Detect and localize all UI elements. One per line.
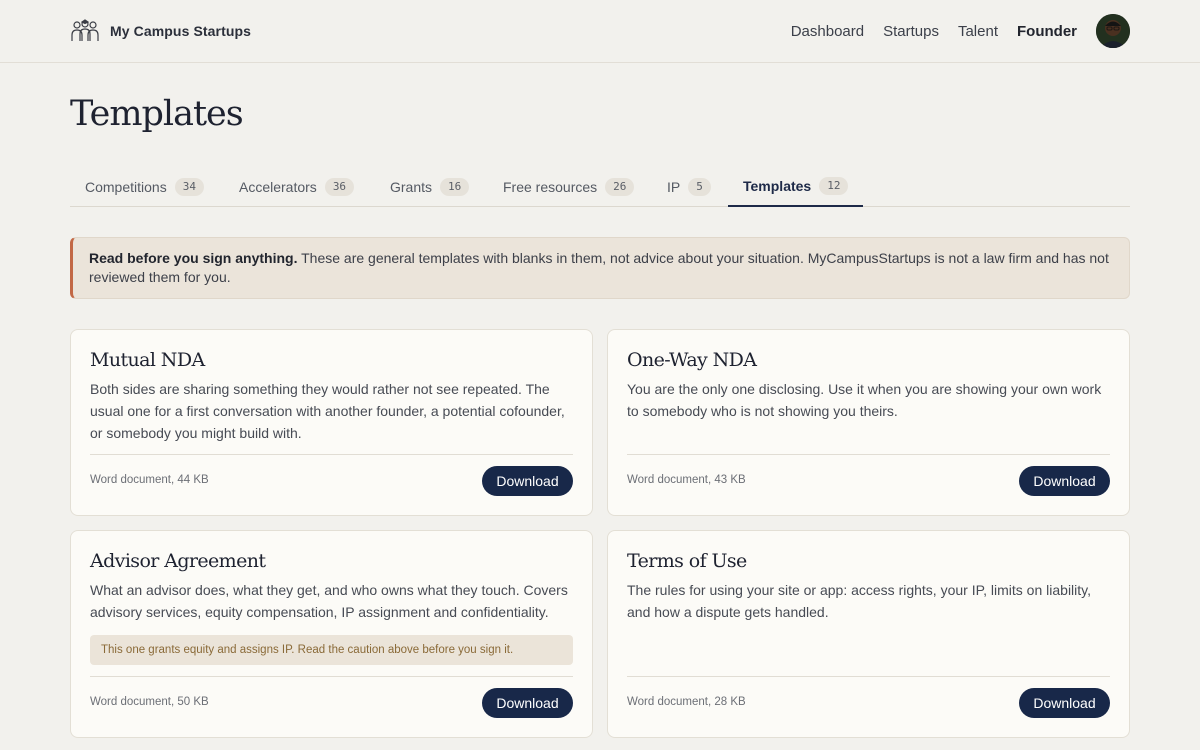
legal-caution-banner: Read before you sign anything. These are… bbox=[70, 237, 1130, 299]
card-title: Advisor Agreement bbox=[90, 550, 266, 572]
card-title: Terms of Use bbox=[627, 550, 747, 572]
card-title: One-Way NDA bbox=[627, 349, 757, 371]
tab-label: Templates bbox=[743, 177, 812, 194]
card-divider bbox=[627, 454, 1110, 455]
user-avatar[interactable] bbox=[1096, 14, 1130, 48]
template-card-terms-of-use: Terms of Use The rules for using your si… bbox=[607, 530, 1130, 738]
tab-label: IP bbox=[667, 178, 681, 195]
card-description: What an advisor does, what they get, and… bbox=[90, 582, 568, 620]
card-divider bbox=[90, 454, 573, 455]
nav-startups[interactable]: Startups bbox=[883, 23, 939, 40]
card-description: You are the only one disclosing. Use it … bbox=[627, 381, 1102, 419]
nav-talent[interactable]: Talent bbox=[958, 23, 998, 40]
equity-ip-warning-note: This one grants equity and assigns IP. R… bbox=[90, 635, 573, 665]
top-bar: My Campus Startups Dashboard Startups Ta… bbox=[0, 0, 1200, 63]
download-button[interactable]: Download bbox=[482, 688, 573, 718]
tab-competitions[interactable]: Competitions 34 bbox=[70, 166, 219, 207]
file-info: Word document, 44 KB bbox=[90, 474, 209, 486]
tab-free-resources[interactable]: Free resources 26 bbox=[488, 166, 649, 207]
tab-templates[interactable]: Templates 12 bbox=[728, 166, 864, 207]
download-button[interactable]: Download bbox=[482, 466, 573, 496]
download-button[interactable]: Download bbox=[1019, 688, 1110, 718]
card-description: The rules for using your site or app: ac… bbox=[627, 582, 1092, 620]
tab-label: Competitions bbox=[85, 178, 167, 195]
category-tabs: Competitions 34 Accelerators 36 Grants 1… bbox=[70, 166, 1130, 207]
card-divider bbox=[627, 676, 1110, 677]
card-description: Both sides are sharing something they wo… bbox=[90, 381, 565, 441]
card-divider bbox=[90, 676, 573, 677]
tab-grants[interactable]: Grants 16 bbox=[375, 166, 484, 207]
template-card-one-way-nda: One-Way NDA You are the only one disclos… bbox=[607, 329, 1130, 516]
file-info: Word document, 43 KB bbox=[627, 474, 746, 486]
nav-dashboard[interactable]: Dashboard bbox=[791, 23, 864, 40]
nav-founder[interactable]: Founder bbox=[1017, 23, 1077, 40]
file-info: Word document, 28 KB bbox=[627, 696, 746, 708]
tab-count-badge: 12 bbox=[819, 176, 849, 195]
tab-count-badge: 34 bbox=[174, 177, 204, 196]
page-title: Templates bbox=[70, 94, 244, 134]
tab-count-badge: 36 bbox=[324, 177, 355, 196]
tab-count-badge: 5 bbox=[688, 177, 711, 196]
tab-count-badge: 26 bbox=[605, 177, 635, 196]
tab-label: Free resources bbox=[503, 178, 598, 195]
caution-heading: Read before you sign anything. bbox=[89, 250, 298, 266]
tab-label: Accelerators bbox=[239, 178, 317, 195]
template-card-advisor-agreement: Advisor Agreement What an advisor does, … bbox=[70, 530, 593, 738]
tab-ip[interactable]: IP 5 bbox=[652, 166, 726, 207]
tab-label: Grants bbox=[390, 178, 433, 195]
file-info: Word document, 50 KB bbox=[90, 696, 209, 708]
brand[interactable]: My Campus Startups bbox=[70, 18, 251, 44]
tab-accelerators[interactable]: Accelerators 36 bbox=[224, 166, 369, 207]
brand-name: My Campus Startups bbox=[110, 23, 252, 39]
template-card-mutual-nda: Mutual NDA Both sides are sharing someth… bbox=[70, 329, 593, 516]
main-nav: Dashboard Startups Talent Founder bbox=[791, 20, 1077, 42]
card-title: Mutual NDA bbox=[90, 349, 205, 371]
students-group-icon bbox=[71, 19, 99, 41]
download-button[interactable]: Download bbox=[1019, 466, 1110, 496]
tab-count-badge: 16 bbox=[440, 177, 470, 196]
avatar-portrait-icon bbox=[1096, 14, 1130, 48]
